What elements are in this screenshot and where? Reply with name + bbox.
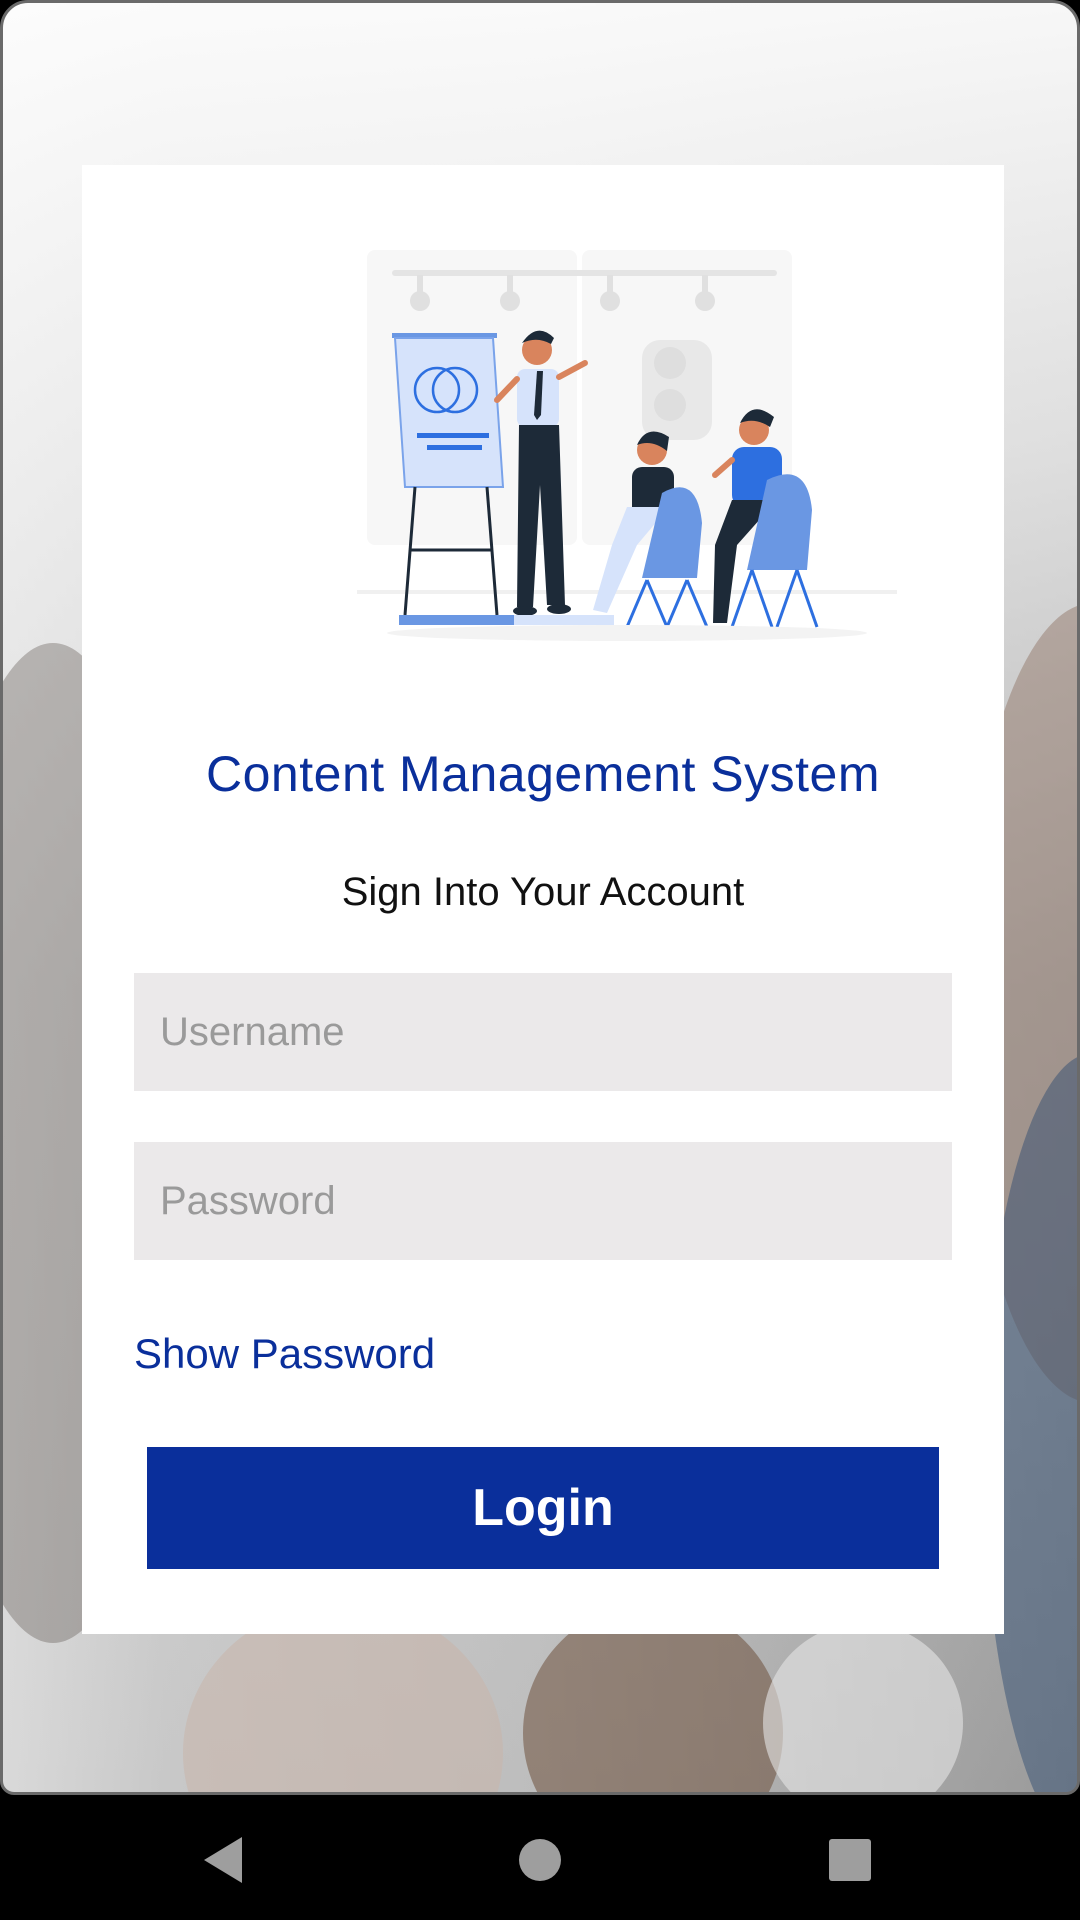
show-password-toggle[interactable]: Show Password [134, 1330, 435, 1378]
app-screen: Content Management System Sign Into Your… [0, 0, 1080, 1795]
back-triangle-icon[interactable] [190, 1825, 260, 1895]
presentation-illustration [357, 250, 897, 641]
login-button[interactable]: Login [147, 1447, 939, 1569]
recents-square-icon[interactable] [815, 1825, 885, 1895]
android-navigation-bar [0, 1795, 1080, 1920]
username-input[interactable] [134, 973, 952, 1091]
home-circle-icon[interactable] [505, 1825, 575, 1895]
password-input[interactable] [134, 1142, 952, 1260]
background-photo-shape [763, 1623, 963, 1792]
sign-in-subtitle: Sign Into Your Account [341, 870, 745, 914]
app-title: Content Management System [206, 746, 880, 802]
login-card: Content Management System Sign Into Your… [82, 165, 1004, 1634]
